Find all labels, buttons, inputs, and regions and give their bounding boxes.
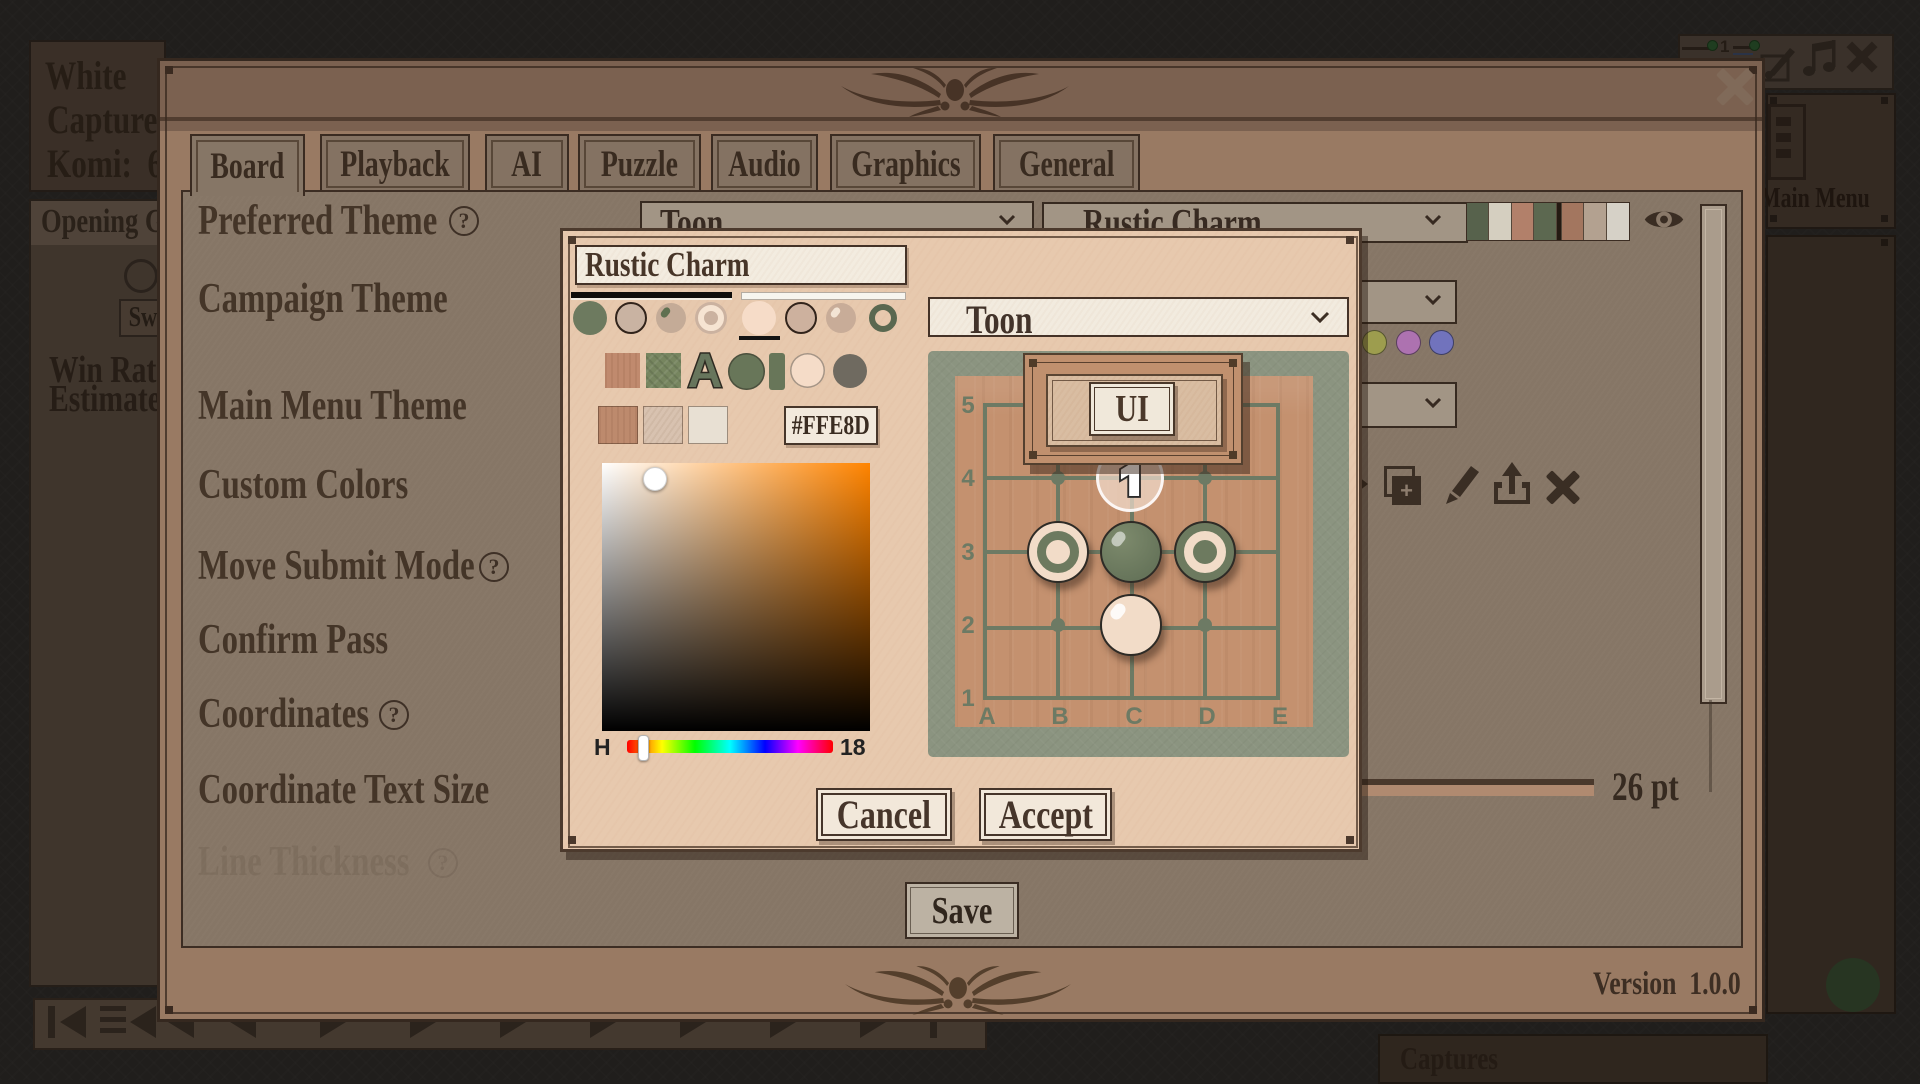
svg-text:A: A bbox=[688, 346, 723, 392]
